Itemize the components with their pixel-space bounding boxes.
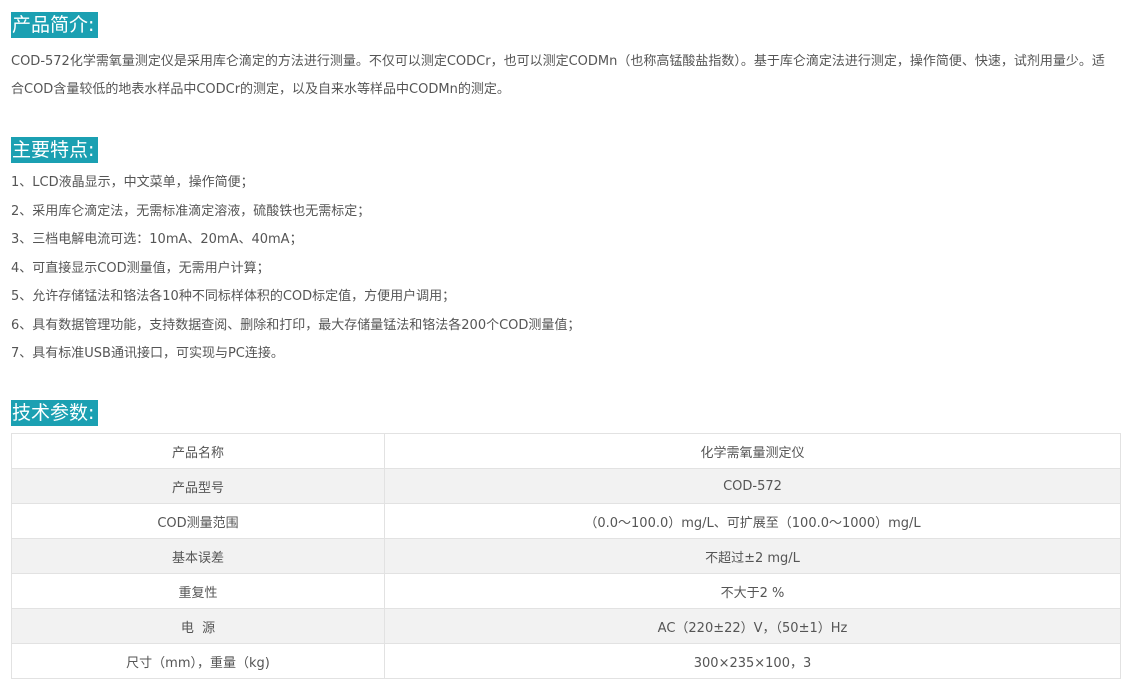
table-row: 产品名称 化学需氧量测定仪 xyxy=(11,433,1121,469)
spec-name-cell: 产品型号 xyxy=(11,468,385,504)
table-row: COD测量范围 （0.0～100.0）mg/L、可扩展至（100.0～1000）… xyxy=(11,503,1121,539)
intro-paragraph: COD-572化学需氧量测定仪是采用库仑滴定的方法进行测量。不仅可以测定CODC… xyxy=(11,54,1105,97)
spec-value-cell: 不超过±2 mg/L xyxy=(384,538,1121,574)
spec-value-cell: 300×235×100，3 xyxy=(384,643,1121,679)
specs-table: 产品名称 化学需氧量测定仪 产品型号 COD-572 COD测量范围 （0.0～… xyxy=(11,433,1121,679)
spec-value-cell: 不大于2 % xyxy=(384,573,1121,609)
intro-section-title: 产品简介: xyxy=(11,12,99,38)
spec-value-cell: 化学需氧量测定仪 xyxy=(384,433,1121,469)
features-section-title: 主要特点: xyxy=(11,137,99,163)
spec-name-cell: 重复性 xyxy=(11,573,385,609)
feature-item: 2、采用库仑滴定法，无需标准滴定溶液，硫酸铁也无需标定； xyxy=(11,203,371,219)
spec-value-cell: COD-572 xyxy=(384,468,1121,504)
spec-value-cell: AC（220±22）V，（50±1）Hz xyxy=(384,608,1121,644)
table-row: 重复性 不大于2 % xyxy=(11,573,1121,609)
table-row: 基本误差 不超过±2 mg/L xyxy=(11,538,1121,574)
spec-name-cell: 尺寸（mm），重量（kg) xyxy=(11,643,385,679)
spec-name-cell: COD测量范围 xyxy=(11,503,385,539)
spec-value-cell: （0.0～100.0）mg/L、可扩展至（100.0～1000）mg/L xyxy=(384,503,1121,539)
spec-name-cell: 基本误差 xyxy=(11,538,385,574)
feature-item: 5、允许存储锰法和铬法各10种不同标样体积的COD标定值，方便用户调用； xyxy=(11,289,456,304)
table-row: 尺寸（mm），重量（kg) 300×235×100，3 xyxy=(11,643,1121,679)
specs-section-title: 技术参数: xyxy=(11,400,99,426)
spec-name-cell: 产品名称 xyxy=(11,433,385,469)
feature-item: 4、可直接显示COD测量值，无需用户计算； xyxy=(11,260,270,276)
feature-item: 6、具有数据管理功能，支持数据查阅、删除和打印，最大存储量锰法和铬法各200个C… xyxy=(11,317,581,333)
spec-name-cell: 电 源 xyxy=(11,608,385,644)
feature-item: 1、LCD液晶显示，中文菜单，操作简便； xyxy=(11,175,254,190)
feature-item: 3、三档电解电流可选：10mA、20mA、40mA； xyxy=(11,232,303,247)
table-row: 产品型号 COD-572 xyxy=(11,468,1121,504)
table-row: 电 源 AC（220±22）V，（50±1）Hz xyxy=(11,608,1121,644)
feature-item: 7、具有标准USB通讯接口，可实现与PC连接。 xyxy=(11,346,284,361)
features-list: 1、LCD液晶显示，中文菜单，操作简便； 2、采用库仑滴定法，无需标准滴定溶液，… xyxy=(11,169,580,369)
